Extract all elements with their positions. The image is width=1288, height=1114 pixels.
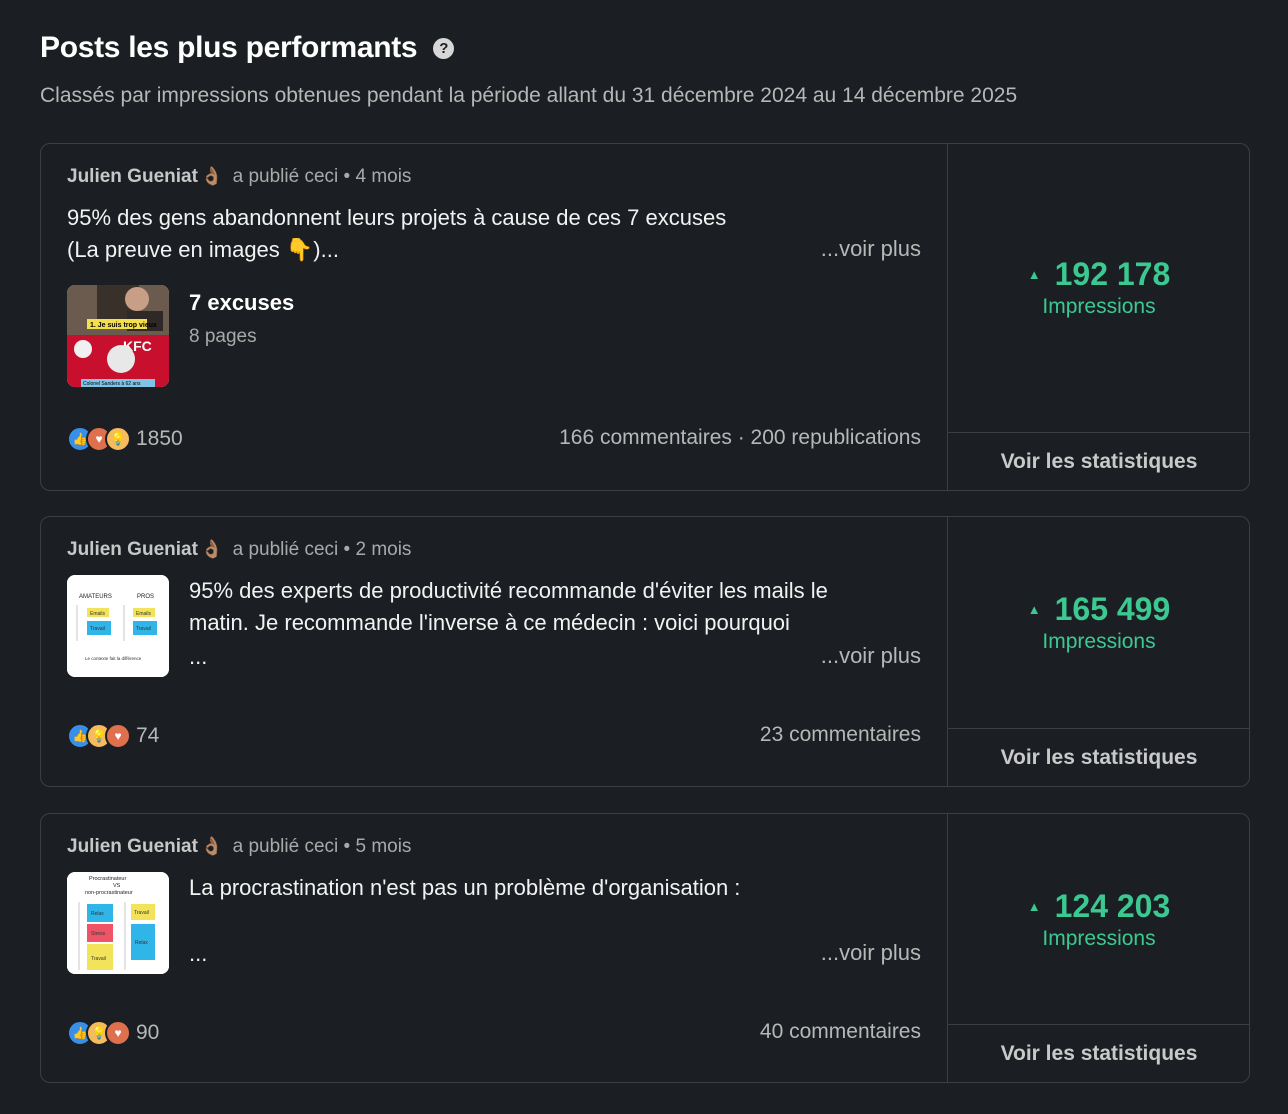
reactions[interactable]: 👍 ♥ 💡 1850 [67,426,183,452]
thumb-d: Travail [136,626,151,632]
post-stats[interactable]: 40 commentaires [760,1020,921,1044]
post-action: a publié ceci [232,836,339,857]
impressions-block: ▲ 124 203 Impressions [948,888,1249,951]
view-stats-button[interactable]: Voir les statistiques [948,432,1249,490]
post-age: 2 mois [355,539,412,560]
arrow-up-icon: ▲ [1027,602,1041,617]
author-name[interactable]: Julien Gueniat [67,836,198,857]
thumb-c: Travail [91,956,106,962]
impressions-block: ▲ 165 499 Impressions [948,591,1249,654]
separator: • [343,166,351,187]
post-card: Julien Gueniat 👌🏽 a publié ceci • 2 mois … [40,516,1250,787]
thumb-caption-top: 1. Je suis trop vieux [90,322,157,329]
post-content[interactable]: Julien Gueniat 👌🏽 a publié ceci • 5 mois … [41,814,947,1082]
post-action: a publié ceci [232,539,339,560]
love-icon: ♥ [105,1020,131,1046]
post-text-line: 95% des experts de productivité recomman… [189,578,828,603]
separator: • [343,539,351,560]
help-icon[interactable]: ? [433,37,455,59]
post-text-line: La procrastination n'est pas un problème… [189,875,741,900]
post-action: a publié ceci [232,166,339,187]
post-text-line: 95% des gens abandonnent leurs projets à… [67,205,727,230]
post-card: Julien Gueniat 👌🏽 a publié ceci • 5 mois … [40,813,1250,1083]
reaction-count: 90 [136,1021,160,1044]
section-header: Posts les plus performants ? Classés par… [40,28,1250,108]
love-icon: ♥ [105,723,131,749]
thumb-c: Emails [136,611,152,617]
impressions-label: Impressions [1042,295,1156,318]
reaction-count: 74 [136,724,160,747]
post-text-line: matin. Je recommande l'inverse à ce méde… [189,610,790,635]
author-line: Julien Gueniat 👌🏽 a publié ceci • 5 mois [67,836,411,858]
thumb-col2: PROS [137,594,154,600]
document-pages: 8 pages [189,326,257,347]
see-more-link[interactable]: ...voir plus [821,643,921,669]
post-text-line: (La preuve en images 👇)... [67,237,339,262]
post-stats[interactable]: 166 commentaires · 200 republications [559,426,921,450]
post-image-thumbnail[interactable]: AMATEURS PROS Emails Travail Emails Trav… [67,575,169,677]
impressions-panel: ▲ 165 499 Impressions Voir les statistiqu… [947,517,1249,786]
document-thumbnail[interactable]: 1. Je suis trop vieux KFC Colonel Sander… [67,285,169,387]
thumb-b: Stress [91,931,106,937]
author-line: Julien Gueniat 👌🏽 a publié ceci • 2 mois [67,539,411,561]
author-name[interactable]: Julien Gueniat [67,166,198,187]
post-text-ellipsis: ... [189,941,208,966]
impressions-count: 124 203 [1054,888,1171,924]
post-age: 5 mois [355,836,412,857]
thumb-caption-bottom: Colonel Sanders à 62 ans [83,381,141,387]
thumb-title3: non-procrastinateur [85,890,133,896]
insightful-icon: 💡 [105,426,131,452]
author-name[interactable]: Julien Gueniat [67,539,198,560]
post-content[interactable]: Julien Gueniat 👌🏽 a publié ceci • 2 mois … [41,517,947,786]
arrow-up-icon: ▲ [1027,899,1041,914]
post-age: 4 mois [355,166,412,187]
view-stats-button[interactable]: Voir les statistiques [948,728,1249,786]
post-stats[interactable]: 23 commentaires [760,723,921,747]
view-stats-button[interactable]: Voir les statistiques [948,1024,1249,1082]
thumb-b: Travail [90,626,105,632]
reactions[interactable]: 👍 💡 ♥ 74 [67,723,159,749]
impressions-count: 192 178 [1054,256,1171,292]
author-line: Julien Gueniat 👌🏽 a publié ceci • 4 mois [67,166,411,188]
ok-hand-icon: 👌🏽 [200,166,224,186]
thumb-a: Relax [91,911,104,917]
reactions[interactable]: 👍 💡 ♥ 90 [67,1020,159,1046]
arrow-up-icon: ▲ [1027,267,1041,282]
post-card: Julien Gueniat 👌🏽 a publié ceci • 4 mois … [40,143,1250,491]
post-text-ellipsis: ... [189,644,208,669]
ok-hand-icon: 👌🏽 [200,836,224,856]
post-content[interactable]: Julien Gueniat 👌🏽 a publié ceci • 4 mois … [41,144,947,490]
see-more-link[interactable]: ...voir plus [821,940,921,966]
thumb-a: Emails [90,611,106,617]
document-title[interactable]: 7 excuses [189,290,294,316]
impressions-label: Impressions [1042,630,1156,653]
post-image-thumbnail[interactable]: Procrastinateur VS non-procrastinateur R… [67,872,169,974]
impressions-panel: ▲ 124 203 Impressions Voir les statistiqu… [947,814,1249,1082]
thumb-col1: AMATEURS [79,594,112,600]
impressions-panel: ▲ 192 178 Impressions Voir les statistiqu… [947,144,1249,490]
separator: • [343,836,351,857]
impressions-block: ▲ 192 178 Impressions [948,256,1249,319]
thumb-title1: Procrastinateur [89,876,126,882]
ok-hand-icon: 👌🏽 [200,539,224,559]
impressions-label: Impressions [1042,927,1156,950]
impressions-count: 165 499 [1054,591,1171,627]
see-more-link[interactable]: ...voir plus [821,236,921,262]
thumb-title2: VS [113,883,121,889]
thumb-e: Relax [135,940,148,946]
thumb-d: Travail [134,910,149,916]
page-subtitle: Classés par impressions obtenues pendant… [40,84,1018,107]
reaction-count: 1850 [136,427,183,450]
page-title: Posts les plus performants [40,31,418,64]
thumb-footer: Le contexte fait la différence [85,656,142,661]
